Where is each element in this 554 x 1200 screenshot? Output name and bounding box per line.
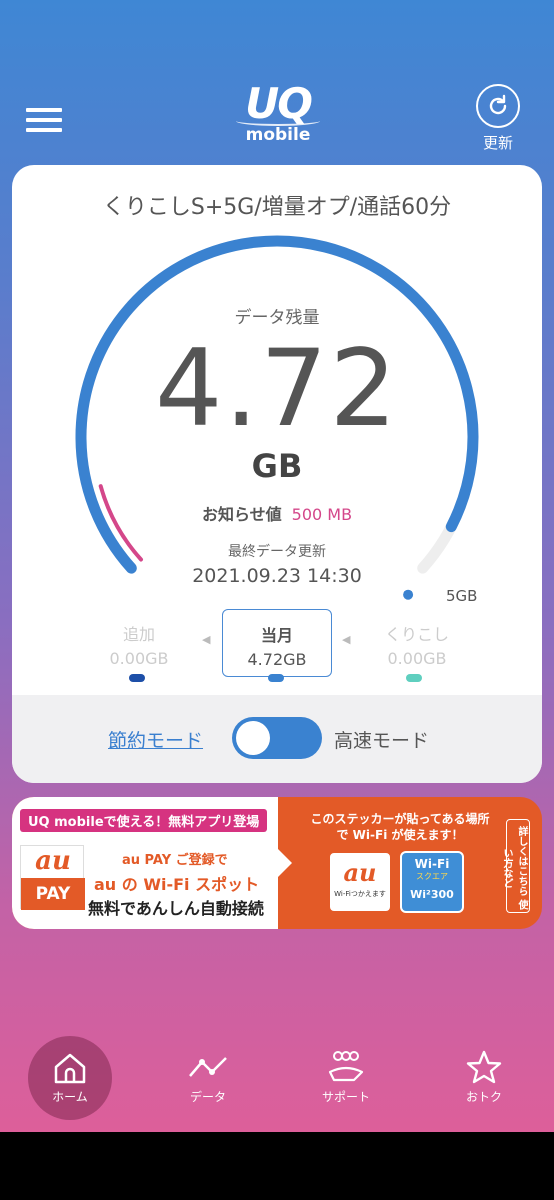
gauge-max-dot — [403, 589, 414, 600]
tab-current-month[interactable]: 当月 4.72GB — [222, 609, 332, 677]
logo-sub-text: mobile — [245, 125, 311, 145]
tab-current-value: 4.72GB — [247, 650, 307, 669]
refresh-button[interactable]: 更新 — [474, 84, 522, 154]
support-icon — [304, 1048, 388, 1088]
banner-line-3: 無料であんしん自動接続 — [88, 899, 264, 918]
tab-additional-title: 追加 — [122, 625, 155, 644]
chevron-left-icon[interactable]: ◀ — [342, 633, 350, 646]
notice-threshold: お知らせ値 500 MB — [12, 501, 542, 525]
nav-support-label: サポート — [321, 1090, 370, 1104]
nav-data[interactable]: データ — [166, 1036, 250, 1120]
system-nav-bar — [0, 1132, 554, 1200]
nav-support[interactable]: サポート — [304, 1036, 388, 1120]
remaining-unit: GB — [251, 447, 303, 485]
nav-deals-label: おトク — [465, 1090, 502, 1104]
au-wifi-sticker: au Wi-Fiつかえます — [328, 851, 392, 913]
app-screen: UQ mobile 更新 くりこしS+5G/増量オプ/通話60分 データ残量 4… — [0, 0, 554, 1132]
last-updated-label: 最終データ更新 — [228, 544, 326, 560]
wifi-promo-banner[interactable]: UQ mobileで使える！無料アプリ登場 au PAY au PAY ご登録で… — [12, 797, 542, 929]
tab-current-title: 当月 — [260, 626, 293, 645]
chevron-left-icon[interactable]: ◀ — [202, 633, 210, 646]
nav-home[interactable]: ホーム — [28, 1036, 112, 1120]
tab-carryover[interactable]: くりこし 0.00GB — [362, 609, 472, 677]
banner-sticker-text: このステッカーが貼ってある場所で Wi-Fi が使えます！ — [310, 812, 490, 842]
toggle-knob — [236, 721, 270, 755]
tab-additional-value: 0.00GB — [109, 649, 169, 668]
chart-icon — [166, 1048, 250, 1088]
banner-details-link[interactable]: 詳しくはこちら 使い方など — [501, 819, 530, 913]
wifi-sticker-line-2: スクエア — [416, 872, 448, 881]
au-pay-au-text: au — [35, 846, 71, 876]
remaining-label: データ残量 — [234, 308, 320, 328]
nav-data-label: データ — [189, 1090, 226, 1104]
nav-deals[interactable]: おトク — [442, 1036, 526, 1120]
au-pay-logo: au PAY — [20, 845, 85, 910]
au-sticker-caption: Wi-Fiつかえます — [334, 890, 386, 898]
tab-indicator-current — [268, 674, 284, 682]
au-pay-pay-text: PAY — [21, 878, 85, 910]
saver-mode-link[interactable]: 節約モード — [108, 726, 203, 753]
au-sticker-logo: au — [343, 858, 377, 887]
remaining-value: 4.72 — [154, 327, 399, 450]
tab-indicator-additional — [129, 674, 145, 682]
menu-icon[interactable] — [26, 106, 64, 134]
refresh-label: 更新 — [482, 134, 513, 152]
bottom-navigation: ホーム データ サポート おトク — [0, 1036, 554, 1132]
notice-label: お知らせ値 — [201, 505, 282, 524]
star-icon — [442, 1048, 526, 1088]
nav-home-label: ホーム — [52, 1090, 88, 1104]
tab-carryover-value: 0.00GB — [387, 649, 447, 668]
banner-line-1: au PAY ご登録で — [122, 853, 228, 868]
data-usage-card: くりこしS+5G/増量オプ/通話60分 データ残量 4.72 GB お知らせ値 5… — [12, 165, 542, 783]
wifi-sticker-line-3: Wi²300 — [410, 888, 454, 901]
tab-carryover-title: くりこし — [384, 625, 449, 644]
speed-mode-row: 節約モード 高速モード — [12, 695, 542, 783]
speed-mode-toggle[interactable] — [232, 717, 322, 759]
banner-line-2: au の Wi-Fi スポット — [94, 875, 260, 894]
refresh-icon — [476, 84, 520, 128]
home-icon — [28, 1048, 112, 1088]
notice-value: 500 MB — [291, 505, 353, 524]
gauge-max-label: 5GB — [446, 587, 478, 605]
wifi-square-sticker: Wi-Fi スクエア Wi²300 — [400, 851, 464, 913]
last-updated-value: 2021.09.23 14:30 — [192, 565, 362, 587]
tab-additional[interactable]: 追加 0.00GB — [84, 609, 194, 677]
tab-indicator-carryover — [406, 674, 422, 682]
uq-mobile-logo: UQ mobile — [230, 83, 326, 148]
fast-mode-label[interactable]: 高速モード — [334, 726, 429, 753]
wifi-sticker-line-1: Wi-Fi — [414, 857, 450, 871]
banner-headline: UQ mobileで使える！無料アプリ登場 — [20, 809, 268, 832]
